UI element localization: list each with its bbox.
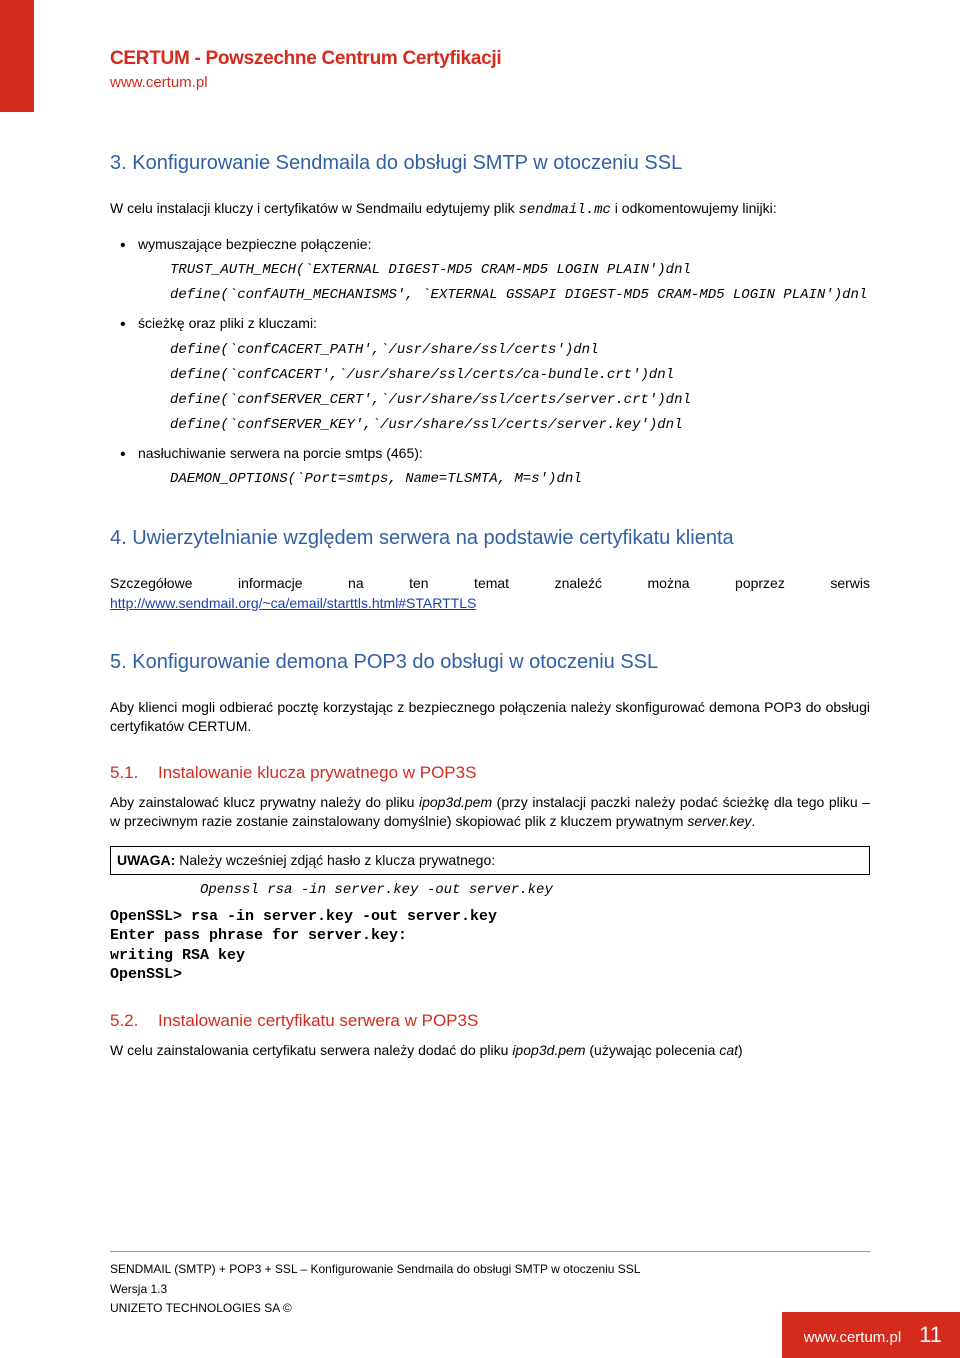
page-footer: SENDMAIL (SMTP) + POP3 + SSL – Konfiguro… [0,1233,960,1318]
starttls-link[interactable]: http://www.sendmail.org/~ca/email/startt… [110,595,476,611]
warning-text: Należy wcześniej zdjąć hasło z klucza pr… [175,852,495,868]
bullet-label: ścieżkę oraz pliki z kluczami: [138,314,870,334]
footer-line-2: Wersja 1.3 [110,1280,870,1299]
section-3-heading: 3. Konfigurowanie Sendmaila do obsługi S… [110,149,870,177]
footer-divider [110,1251,870,1252]
section-5-intro: Aby klienci mogli odbierać pocztę korzys… [110,698,870,737]
page-number: 11 [919,1322,942,1348]
subsection-5-1-text: Aby zainstalować klucz prywatny należy d… [110,793,870,832]
section-3-bullets: wymuszające bezpieczne połączenie: TRUST… [110,235,870,491]
section-4-text: Szczegółowe informacje na ten temat znal… [110,574,870,613]
command-line: Openssl rsa -in server.key -out server.k… [110,881,870,901]
footer-line-3: UNIZETO TECHNOLOGIES SA © [110,1299,870,1318]
text: W celu instalacji kluczy i certyfikatów … [110,200,518,216]
section-4-heading: 4. Uwierzytelnianie względem serwera na … [110,524,870,552]
code-line: DAEMON_OPTIONS(`Port=smtps, Name=TLSMTA,… [138,469,870,490]
subsection-5-2-text: W celu zainstalowania certyfikatu serwer… [110,1041,870,1061]
subsection-title: Instalowanie klucza prywatnego w POP3S [158,763,476,782]
filename: ipop3d.pem [512,1042,585,1058]
header-red-strip [0,0,34,112]
subsection-number: 5.1. [110,761,158,785]
text: . [751,813,755,829]
text: ) [738,1042,743,1058]
subsection-5-2-heading: 5.2.Instalowanie certyfikatu serwera w P… [110,1009,870,1033]
command-name: cat [719,1042,738,1058]
subsection-number: 5.2. [110,1009,158,1033]
section-3-intro: W celu instalacji kluczy i certyfikatów … [110,199,870,221]
bullet-item: ścieżkę oraz pliki z kluczami: define(`c… [138,314,870,436]
code-line: define(`confSERVER_CERT',`/usr/share/ssl… [138,390,870,411]
text: (używając polecenia [585,1042,719,1058]
subsection-5-1-heading: 5.1.Instalowanie klucza prywatnego w POP… [110,761,870,785]
brand-title: CERTUM - Powszechne Centrum Certyfikacji [110,48,960,70]
warning-box: UWAGA: Należy wcześniej zdjąć hasło z kl… [110,846,870,876]
code-line: define(`confSERVER_KEY',`/usr/share/ssl/… [138,415,870,436]
page-number-tab: www.certum.pl 11 [782,1312,960,1358]
bullet-label: nasłuchiwanie serwera na porcie smtps (4… [138,444,870,464]
text: Szczegółowe informacje na ten temat znal… [110,574,870,594]
footer-url: www.certum.pl [804,1329,902,1346]
section-5-heading: 5. Konfigurowanie demona POP3 do obsługi… [110,648,870,676]
bullet-item: nasłuchiwanie serwera na porcie smtps (4… [138,444,870,491]
code-line: define(`confCACERT_PATH',`/usr/share/ssl… [138,340,870,361]
bullet-item: wymuszające bezpieczne połączenie: TRUST… [138,235,870,307]
page-header: CERTUM - Powszechne Centrum Certyfikacji… [0,0,960,91]
text: i odkomentowujemy linijki: [611,200,777,216]
text: Aby zainstalować klucz prywatny należy d… [110,794,419,810]
filename: ipop3d.pem [419,794,492,810]
filename: server.key [687,813,751,829]
bullet-label: wymuszające bezpieczne połączenie: [138,235,870,255]
code-line: define(`confAUTH_MECHANISMS', `EXTERNAL … [138,285,870,306]
terminal-output: OpenSSL> rsa -in server.key -out server.… [110,907,870,985]
brand-url: www.certum.pl [110,74,960,91]
footer-line-1: SENDMAIL (SMTP) + POP3 + SSL – Konfiguro… [110,1260,870,1279]
text: W celu zainstalowania certyfikatu serwer… [110,1042,512,1058]
filename: sendmail.mc [518,202,610,218]
document-body: 3. Konfigurowanie Sendmaila do obsługi S… [0,91,960,1060]
subsection-title: Instalowanie certyfikatu serwera w POP3S [158,1011,478,1030]
warning-label: UWAGA: [117,852,175,868]
code-line: define(`confCACERT',`/usr/share/ssl/cert… [138,365,870,386]
code-line: TRUST_AUTH_MECH(`EXTERNAL DIGEST-MD5 CRA… [138,260,870,281]
